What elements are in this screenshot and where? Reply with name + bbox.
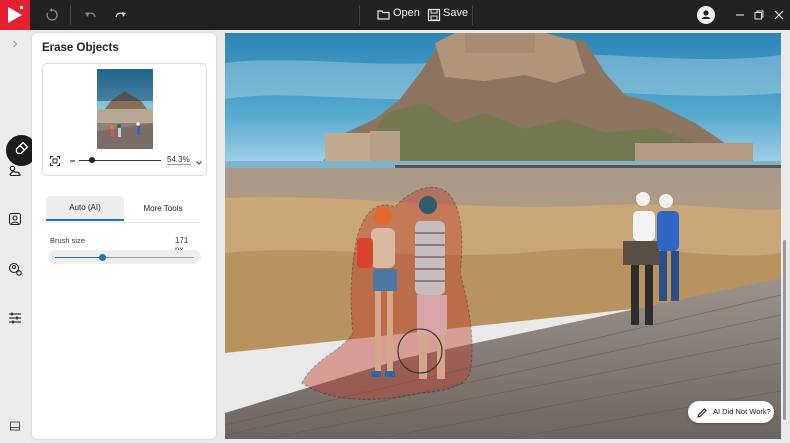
redo-icon[interactable] [110, 5, 130, 25]
photo-canvas[interactable] [225, 33, 781, 439]
app-logo [0, 0, 30, 30]
erase-objects-panel: Erase Objects 54.3% Auto (AI) More Tools… [32, 33, 216, 439]
zoom-control: 54.3% [49, 153, 202, 172]
chevron-right-icon[interactable] [5, 34, 25, 54]
pencil-icon [696, 406, 708, 424]
open-button[interactable]: Open [393, 7, 420, 19]
close-icon[interactable] [769, 5, 789, 25]
mode-tabs: Auto (AI) More Tools [46, 196, 200, 222]
restore-icon[interactable] [749, 5, 769, 25]
brush-slider-fill [55, 257, 102, 258]
adjust-sliders-icon[interactable] [5, 308, 25, 328]
zoom-out-icon[interactable] [69, 155, 77, 169]
toolbar-divider [70, 5, 71, 25]
ai-did-not-work-label: AI Did Not Work? [713, 407, 771, 416]
navigator-card: 54.3% [42, 63, 207, 176]
zoom-value[interactable]: 54.3% [167, 155, 191, 165]
zoom-slider-handle[interactable] [89, 157, 95, 163]
edited-photo [225, 33, 781, 439]
minimize-icon[interactable] [730, 5, 750, 25]
undo-icon[interactable] [81, 5, 101, 25]
eraser-icon [14, 140, 30, 161]
ai-did-not-work-button[interactable]: AI Did Not Work? [688, 401, 774, 423]
face-enhance-icon[interactable] [5, 259, 25, 279]
save-button[interactable]: Save [443, 7, 468, 19]
panel-toggle-icon[interactable] [5, 416, 25, 436]
navigator-thumbnail[interactable] [97, 69, 153, 149]
user-icon[interactable] [697, 6, 715, 24]
chevron-down-icon[interactable] [195, 155, 203, 173]
tab-auto-ai[interactable]: Auto (AI) [46, 196, 124, 221]
tabs-divider [46, 222, 200, 223]
portrait-icon[interactable] [5, 209, 25, 229]
canvas-scrollbar[interactable] [783, 240, 786, 420]
toolbar-divider [359, 5, 360, 25]
tool-rail [0, 30, 37, 443]
toolbar-divider [472, 5, 473, 25]
tab-more-tools[interactable]: More Tools [124, 196, 202, 221]
open-folder-icon[interactable] [374, 5, 394, 25]
brush-size-slider[interactable] [48, 250, 201, 264]
reset-icon[interactable] [42, 5, 62, 25]
sky-replace-icon[interactable] [5, 161, 25, 181]
save-icon[interactable] [424, 5, 444, 25]
fit-screen-icon[interactable] [49, 154, 61, 172]
panel-title: Erase Objects [42, 42, 119, 54]
title-bar: Open Save [0, 0, 790, 30]
brush-slider-handle[interactable] [99, 254, 106, 261]
brush-size-label: Brush size [50, 236, 86, 245]
